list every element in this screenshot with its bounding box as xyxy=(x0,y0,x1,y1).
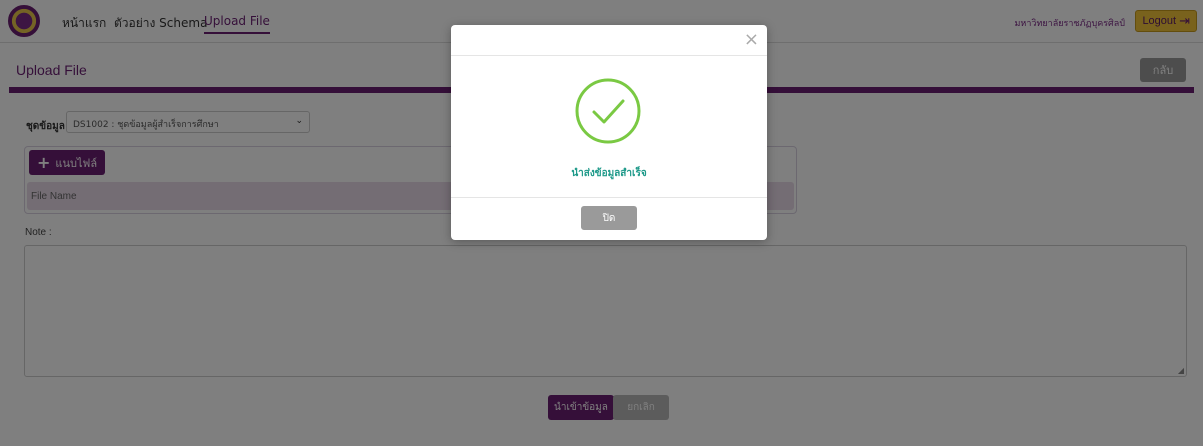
success-message: นำส่งข้อมูลสำเร็จ xyxy=(571,168,647,179)
close-dialog-button[interactable]: ปิด xyxy=(581,206,637,230)
dialog-header-divider xyxy=(451,55,767,56)
check-circle-icon xyxy=(575,78,641,144)
dialog-footer-divider xyxy=(451,197,767,198)
success-dialog: × นำส่งข้อมูลสำเร็จ ปิด xyxy=(451,25,767,240)
close-icon[interactable]: × xyxy=(744,31,759,49)
